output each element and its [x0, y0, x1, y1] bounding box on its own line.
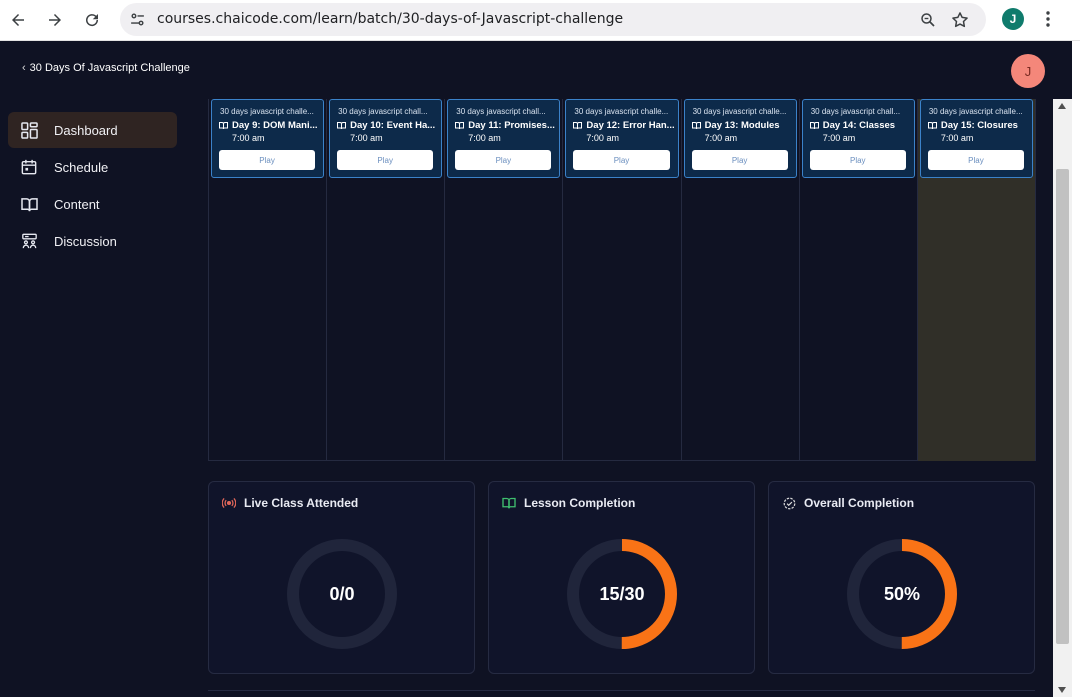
scroll-up-arrow-icon[interactable]: [1058, 103, 1066, 109]
event-title: Day 13: Modules: [704, 120, 780, 131]
scroll-down-arrow-icon[interactable]: [1058, 687, 1066, 693]
event-card[interactable]: 30 days javascript chall... Day 10: Event…: [329, 99, 443, 178]
zoom-icon[interactable]: [919, 11, 937, 29]
bookmark-star-icon[interactable]: [950, 10, 970, 30]
discussion-icon: [20, 232, 38, 250]
week-calendar: 30 days javascript challe... Day 9: DOM M…: [208, 99, 1036, 461]
calendar-day-column: 30 days javascript challe... Day 13: Modu…: [682, 99, 800, 461]
event-batch-name: 30 days javascript chall...: [338, 107, 428, 116]
event-batch-name: 30 days javascript chall...: [810, 107, 901, 116]
book-open-icon: [219, 122, 228, 130]
book-open-icon: [927, 122, 937, 130]
book-open-icon: [573, 122, 583, 130]
event-card[interactable]: 30 days javascript challe... Day 12: Erro…: [565, 99, 679, 178]
book-open-icon: [691, 122, 701, 130]
event-batch-name: 30 days javascript challe...: [692, 107, 787, 116]
stat-card-overall-completion: Overall Completion 50%: [768, 481, 1035, 674]
sidebar-item-label: Discussion: [54, 233, 117, 249]
divider: [208, 690, 1035, 691]
event-time: 7:00 am: [586, 133, 619, 143]
browser-toolbar: courses.chaicode.com/learn/batch/30-days…: [0, 0, 1080, 41]
event-title: Day 11: Promises...: [468, 120, 555, 131]
back-arrow-icon[interactable]: [6, 8, 30, 32]
play-button[interactable]: Play: [573, 150, 670, 170]
play-button[interactable]: Play: [455, 150, 552, 170]
book-open-icon: [502, 496, 516, 510]
sidebar-item-content[interactable]: Content: [8, 186, 177, 222]
stat-label: Overall Completion: [804, 496, 915, 510]
event-title: Day 10: Event Ha...: [350, 120, 436, 131]
user-avatar[interactable]: J: [1011, 54, 1045, 88]
event-batch-name: 30 days javascript challe...: [574, 107, 669, 116]
browser-profile-avatar[interactable]: J: [1002, 8, 1024, 30]
sidebar-item-schedule[interactable]: Schedule: [8, 149, 177, 185]
stat-value: 50%: [883, 583, 921, 604]
book-open-icon: [20, 195, 38, 213]
event-title: Day 15: Closures: [940, 120, 1018, 131]
calendar-day-column: 30 days javascript challe... Day 12: Erro…: [563, 99, 682, 461]
stat-value: 15/30: [599, 583, 645, 604]
play-button[interactable]: Play: [219, 150, 316, 170]
stat-card-lesson-completion: Lesson Completion 15/30: [488, 481, 755, 674]
page-scrollbar[interactable]: [1053, 99, 1072, 697]
check-badge-icon: [782, 496, 796, 510]
calendar-day-column: 30 days javascript challe... Day 15: Clos…: [917, 99, 1036, 461]
stat-card-live-class: Live Class Attended 0/0: [208, 481, 475, 674]
event-batch-name: 30 days javascript challe...: [220, 107, 314, 116]
stat-label: Live Class Attended: [244, 496, 359, 510]
url-text[interactable]: courses.chaicode.com/learn/batch/30-days…: [157, 11, 623, 27]
calendar-day-column: 30 days javascript challe... Day 9: DOM M…: [209, 99, 328, 461]
calendar-day-column: 30 days javascript chall... Day 10: Event…: [327, 99, 446, 461]
reload-icon[interactable]: [80, 8, 104, 32]
book-open-icon: [337, 122, 347, 130]
chevron-left-icon: ‹: [22, 62, 26, 74]
calendar-day-column: 30 days javascript chall... Day 14: Class…: [800, 99, 918, 461]
event-time: 7:00 am: [822, 133, 856, 143]
event-title: Day 9: DOM Mani...: [232, 120, 318, 131]
event-time: 7:00 am: [468, 133, 501, 143]
event-batch-name: 30 days javascript challe...: [928, 107, 1023, 116]
more-menu-icon[interactable]: [1040, 8, 1056, 30]
event-title: Day 14: Classes: [822, 120, 896, 131]
book-open-icon: [455, 122, 465, 130]
dashboard-grid-icon: [20, 121, 38, 139]
event-title: Day 12: Error Han...: [586, 120, 675, 131]
sidebar-item-label: Dashboard: [54, 122, 118, 138]
window-edge: [1072, 41, 1080, 697]
event-time: 7:00 am: [940, 133, 974, 143]
event-time: 7:00 am: [704, 133, 738, 143]
stat-label: Lesson Completion: [524, 496, 636, 510]
course-title: 30 Days Of Javascript Challenge: [29, 62, 190, 74]
address-bar[interactable]: courses.chaicode.com/learn/batch/30-days…: [120, 3, 986, 36]
calendar-day-column: 30 days javascript chall... Day 11: Promi…: [445, 99, 564, 461]
sidebar-item-discussion[interactable]: Discussion: [8, 223, 177, 259]
play-button[interactable]: Play: [927, 150, 1024, 170]
event-time: 7:00 am: [232, 133, 265, 143]
play-button[interactable]: Play: [809, 150, 906, 170]
event-card[interactable]: 30 days javascript chall... Day 11: Promi…: [447, 99, 561, 178]
event-card[interactable]: 30 days javascript challe... Day 15: Clos…: [919, 99, 1033, 178]
site-settings-icon[interactable]: [129, 11, 146, 28]
forward-arrow-icon[interactable]: [43, 8, 67, 32]
event-card[interactable]: 30 days javascript challe... Day 13: Modu…: [683, 99, 797, 178]
event-card[interactable]: 30 days javascript chall... Day 14: Class…: [801, 99, 915, 178]
sidebar: Dashboard Schedule Content Discussion: [0, 99, 190, 697]
play-button[interactable]: Play: [691, 150, 788, 170]
event-time: 7:00 am: [350, 133, 383, 143]
scrollbar-thumb[interactable]: [1056, 169, 1069, 644]
live-broadcast-icon: [222, 496, 236, 510]
play-button[interactable]: Play: [337, 150, 434, 170]
calendar-icon: [20, 158, 38, 176]
app-header: ‹ 30 Days Of Javascript Challenge J: [0, 41, 1072, 99]
sidebar-item-label: Schedule: [54, 159, 109, 175]
stat-value: 0/0: [329, 583, 355, 604]
sidebar-item-label: Content: [54, 196, 100, 212]
event-card[interactable]: 30 days javascript challe... Day 9: DOM M…: [211, 99, 325, 178]
event-batch-name: 30 days javascript chall...: [456, 107, 546, 116]
course-back-link[interactable]: ‹ 30 Days Of Javascript Challenge: [22, 62, 190, 74]
book-open-icon: [809, 122, 819, 130]
sidebar-item-dashboard[interactable]: Dashboard: [8, 112, 177, 148]
